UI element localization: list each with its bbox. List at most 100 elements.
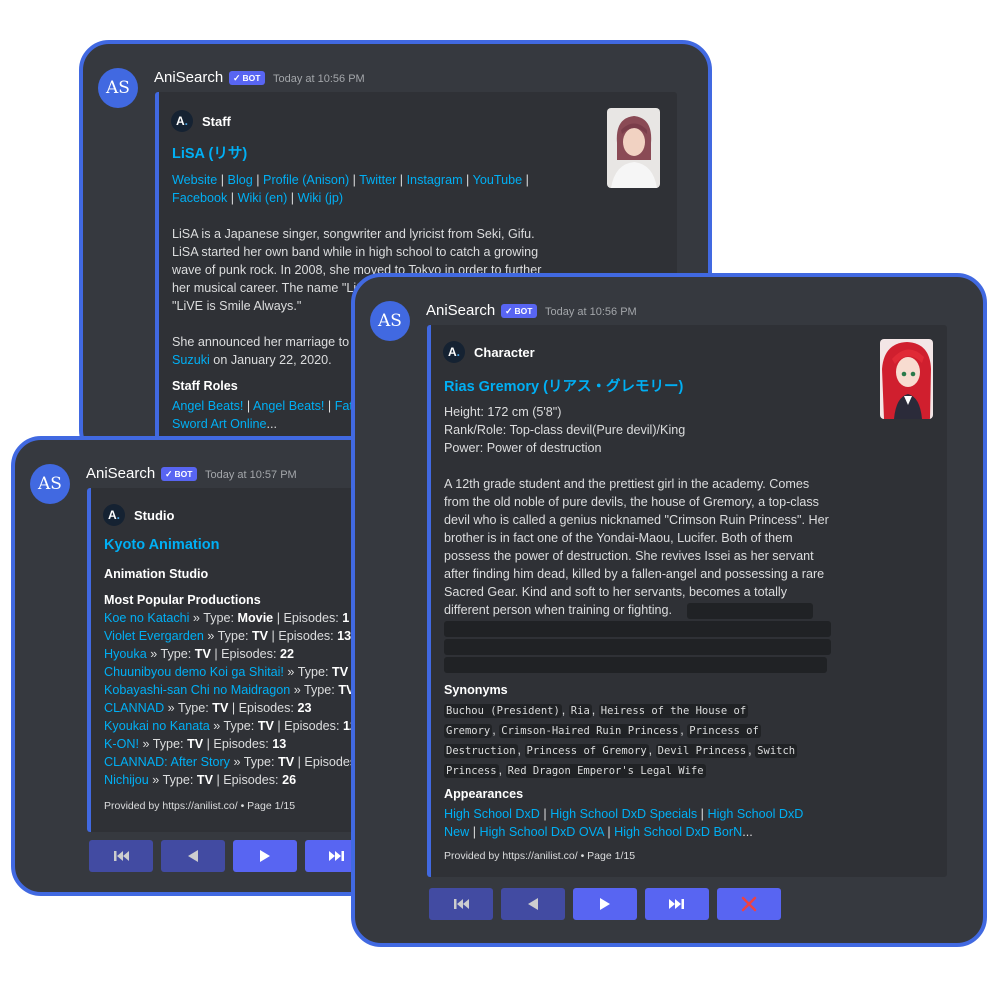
- text-link[interactable]: Facebook: [172, 191, 227, 205]
- first-page-button[interactable]: [89, 840, 153, 872]
- production-type-label: » Type:: [146, 647, 195, 661]
- previous-page-button[interactable]: [161, 840, 225, 872]
- text-link[interactable]: New: [444, 825, 469, 839]
- spoiler-block[interactable]: [687, 603, 813, 619]
- production-episodes: 22: [279, 647, 294, 661]
- link-separator: |: [539, 807, 551, 821]
- character-stats: Height: 172 cm (5'8") Rank/Role: Top-cla…: [444, 403, 864, 457]
- production-link[interactable]: Chuunibyou demo Koi ga Shitai!: [104, 665, 284, 679]
- text-link[interactable]: Blog: [228, 173, 253, 187]
- text-link[interactable]: Wiki (jp): [298, 191, 343, 205]
- synonym-separator: ,: [648, 743, 656, 757]
- text-link[interactable]: Twitter: [359, 173, 396, 187]
- studio-subtitle: Animation Studio: [104, 567, 209, 581]
- previous-page-button[interactable]: [501, 888, 565, 920]
- bot-avatar[interactable]: AS: [98, 68, 138, 108]
- production-link[interactable]: Violet Evergarden: [104, 629, 204, 643]
- text-link[interactable]: High School DxD: [707, 807, 803, 821]
- production-type: TV: [194, 647, 211, 661]
- close-button[interactable]: [717, 888, 781, 920]
- desc-line: after finding him dead, killed by a fall…: [444, 567, 825, 581]
- production-type-label: » Type:: [138, 737, 188, 751]
- production-type: TV: [212, 701, 229, 715]
- desc-line: A 12th grade student and the prettiest g…: [444, 477, 810, 491]
- embed-author: A. Studio: [103, 504, 174, 526]
- text-link[interactable]: Instagram: [407, 173, 463, 187]
- text-link[interactable]: High School DxD Specials: [550, 807, 697, 821]
- production-type: TV: [187, 737, 204, 751]
- production-link[interactable]: K-ON!: [104, 737, 139, 751]
- link-separator: |: [324, 399, 335, 413]
- message-timestamp: Today at 10:56 PM: [273, 73, 365, 85]
- next-page-button[interactable]: [573, 888, 637, 920]
- text-link[interactable]: Website: [172, 173, 217, 187]
- embed-title-link[interactable]: Rias Gremory (リアス・グレモリー): [444, 375, 683, 396]
- text-link[interactable]: High School DxD OVA: [479, 825, 603, 839]
- anilist-logo-icon: A.: [443, 341, 465, 363]
- spoiler-block[interactable]: [444, 639, 831, 655]
- synonym-code: Princess of Gremory: [524, 744, 649, 758]
- production-type-label: » Type:: [203, 629, 252, 643]
- appearances-header: Appearances: [444, 787, 524, 801]
- embed-title-link[interactable]: LiSA (リサ): [172, 142, 247, 163]
- first-page-button[interactable]: [429, 888, 493, 920]
- next-page-button[interactable]: [233, 840, 297, 872]
- embed-footer: Provided by https://anilist.co/ • Page 1…: [444, 850, 636, 862]
- production-type: TV: [251, 629, 269, 643]
- character-thumbnail[interactable]: [880, 339, 933, 419]
- text-link[interactable]: Wiki (en): [238, 191, 288, 205]
- previous-icon: [528, 898, 538, 910]
- link-separator: |: [697, 807, 708, 821]
- link-separator: |: [252, 173, 264, 187]
- check-icon: ✓: [165, 468, 173, 479]
- text-link[interactable]: Profile (Anison): [263, 173, 349, 187]
- bot-username[interactable]: AniSearch: [86, 465, 155, 482]
- synonyms-row: Princess, Red Dragon Emperor's Legal Wif…: [444, 761, 864, 781]
- synonym-code: Princess of: [687, 724, 761, 738]
- production-link[interactable]: Kobayashi-san Chi no Maidragon: [104, 683, 290, 697]
- synonyms-row: Gremory, Crimson-Haired Ruin Princess, P…: [444, 721, 864, 741]
- text-link[interactable]: YouTube: [473, 173, 523, 187]
- spoiler-block[interactable]: [444, 621, 831, 637]
- spoiler-block[interactable]: [444, 657, 827, 673]
- character-description: A 12th grade student and the prettiest g…: [444, 475, 864, 619]
- production-link[interactable]: Hyouka: [104, 647, 147, 661]
- production-episodes-label: | Episodes:: [212, 773, 283, 787]
- production-episodes-label: | Episodes:: [210, 647, 280, 661]
- skip-last-icon: [329, 851, 344, 861]
- role-link[interactable]: Sword Art Online: [172, 417, 267, 431]
- production-link[interactable]: CLANNAD: [104, 701, 164, 715]
- bot-avatar[interactable]: AS: [30, 464, 70, 504]
- production-type-label: » Type:: [209, 719, 258, 733]
- synonym-code: Gremory: [444, 724, 493, 738]
- close-icon: [741, 896, 757, 912]
- embed-footer: Provided by https://anilist.co/ • Page 1…: [104, 800, 296, 812]
- last-page-button[interactable]: [645, 888, 709, 920]
- appearances-list: High School DxD | High School DxD Specia…: [444, 805, 864, 841]
- production-link[interactable]: Koe no Katachi: [104, 611, 189, 625]
- production-type: TV: [332, 665, 349, 679]
- link-separator: ...: [742, 825, 753, 839]
- embed-author: A. Staff: [171, 110, 231, 132]
- text-link[interactable]: High School DxD BorN: [614, 825, 742, 839]
- synonym-code: Buchou (President): [444, 704, 562, 718]
- production-type: TV: [196, 773, 213, 787]
- production-link[interactable]: Nichijou: [104, 773, 149, 787]
- spouse-link[interactable]: Suzuki: [172, 353, 210, 367]
- link-separator: |: [396, 173, 407, 187]
- link-separator: |: [469, 825, 480, 839]
- production-link[interactable]: CLANNAD: After Story: [104, 755, 230, 769]
- production-link[interactable]: Kyoukai no Kanata: [104, 719, 210, 733]
- embed-title-link[interactable]: Kyoto Animation: [104, 537, 219, 553]
- appearances-row-2: New | High School DxD OVA | High School …: [444, 823, 864, 841]
- bio-line: LiSA is a Japanese singer, songwriter an…: [172, 227, 535, 241]
- bot-avatar[interactable]: AS: [370, 301, 410, 341]
- bot-username[interactable]: AniSearch: [154, 69, 223, 86]
- text-link[interactable]: High School DxD: [444, 807, 540, 821]
- staff-thumbnail[interactable]: [607, 108, 660, 188]
- production-type: TV: [278, 755, 295, 769]
- text-link[interactable]: Angel Beats!: [253, 399, 324, 413]
- text-link[interactable]: Angel Beats!: [172, 399, 243, 413]
- link-separator: |: [522, 173, 529, 187]
- bot-username[interactable]: AniSearch: [426, 302, 495, 319]
